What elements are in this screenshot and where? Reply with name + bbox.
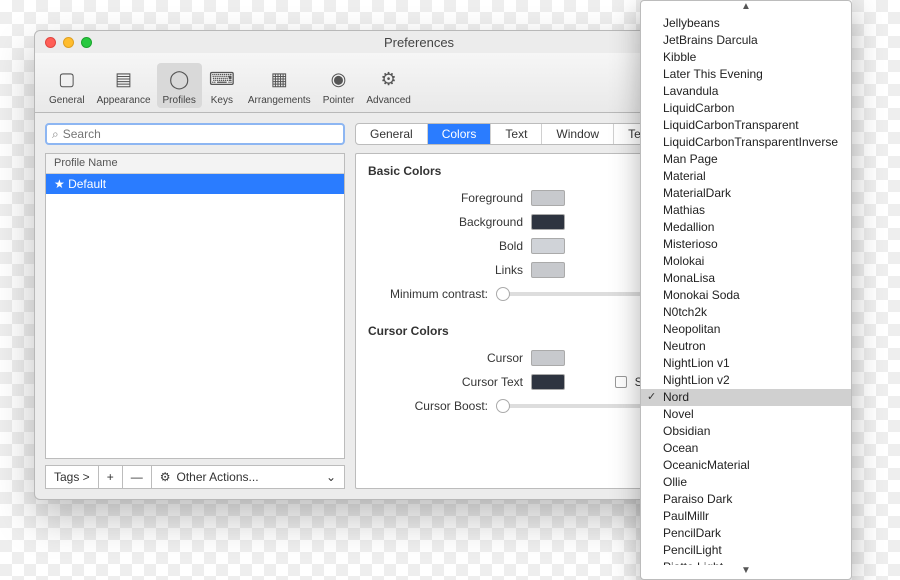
preset-item[interactable]: Man Page: [641, 151, 851, 168]
color-label: Bold: [499, 239, 523, 253]
preset-item[interactable]: Molokai: [641, 253, 851, 270]
color-row: Background: [368, 210, 565, 234]
profile-actions: Tags > + — ⚙ Other Actions... ⌄: [45, 465, 345, 489]
tab-window[interactable]: Window: [542, 124, 614, 144]
chevron-down-icon: ⌄: [326, 470, 336, 484]
color-label: Foreground: [461, 191, 523, 205]
preset-item[interactable]: JetBrains Darcula: [641, 32, 851, 49]
preset-item[interactable]: OceanicMaterial: [641, 457, 851, 474]
toolbar-label: General: [49, 95, 85, 106]
toolbar-profiles[interactable]: ◯ Profiles: [157, 63, 202, 108]
preset-item[interactable]: Later This Evening: [641, 66, 851, 83]
remove-profile-button[interactable]: —: [123, 465, 152, 489]
preset-item[interactable]: MaterialDark: [641, 185, 851, 202]
color-swatch[interactable]: [531, 262, 565, 278]
preset-item[interactable]: Obsidian: [641, 423, 851, 440]
general-icon: ▢: [53, 65, 81, 93]
profile-list-header: Profile Name: [46, 154, 344, 174]
preset-item[interactable]: Paraiso Dark: [641, 491, 851, 508]
preset-item[interactable]: Monokai Soda: [641, 287, 851, 304]
preset-item[interactable]: Ocean: [641, 440, 851, 457]
color-label: Background: [459, 215, 523, 229]
preset-item[interactable]: NightLion v1: [641, 355, 851, 372]
other-actions-dropdown[interactable]: ⚙ Other Actions... ⌄: [152, 465, 345, 489]
tab-text[interactable]: Text: [491, 124, 542, 144]
preset-item[interactable]: Neopolitan: [641, 321, 851, 338]
search-input[interactable]: [63, 127, 338, 141]
color-swatch[interactable]: [531, 238, 565, 254]
preset-item[interactable]: Medallion: [641, 219, 851, 236]
color-row: Bold: [368, 234, 565, 258]
toolbar-label: Pointer: [323, 95, 355, 106]
preset-item[interactable]: Kibble: [641, 49, 851, 66]
color-label: Cursor Text: [462, 375, 523, 389]
pointer-icon: ◉: [325, 65, 353, 93]
keys-icon: ⌨: [208, 65, 236, 93]
color-row: Links: [368, 258, 565, 282]
preset-item[interactable]: PencilLight: [641, 542, 851, 559]
toolbar-label: Arrangements: [248, 95, 311, 106]
profile-search[interactable]: ⌕: [45, 123, 345, 145]
cursor-boost-label: Cursor Boost:: [368, 399, 488, 413]
preset-item[interactable]: Lavandula: [641, 83, 851, 100]
preset-item[interactable]: N0tch2k: [641, 304, 851, 321]
preset-item[interactable]: Material: [641, 168, 851, 185]
preset-item[interactable]: PencilDark: [641, 525, 851, 542]
toolbar-label: Profiles: [163, 95, 196, 106]
toolbar-appearance[interactable]: ▤ Appearance: [91, 63, 157, 108]
other-actions-label: Other Actions...: [176, 470, 258, 484]
preset-item[interactable]: Misterioso: [641, 236, 851, 253]
preset-item[interactable]: NightLion v2: [641, 372, 851, 389]
color-label: Links: [495, 263, 523, 277]
tags-button[interactable]: Tags >: [45, 465, 99, 489]
preset-item[interactable]: Neutron: [641, 338, 851, 355]
preset-item[interactable]: LiquidCarbonTransparent: [641, 117, 851, 134]
toolbar-label: Advanced: [366, 95, 410, 106]
scroll-down-icon[interactable]: ▼: [641, 565, 851, 579]
toolbar-keys[interactable]: ⌨ Keys: [202, 63, 242, 108]
preset-item[interactable]: PaulMillr: [641, 508, 851, 525]
color-row: Cursor Text: [368, 370, 565, 394]
color-row: Cursor: [368, 346, 565, 370]
preset-item[interactable]: LiquidCarbonTransparentInverse: [641, 134, 851, 151]
add-profile-button[interactable]: +: [99, 465, 123, 489]
checkbox[interactable]: [615, 376, 627, 388]
preset-item[interactable]: MonaLisa: [641, 270, 851, 287]
gear-icon: ⚙: [160, 470, 171, 484]
toolbar-general[interactable]: ▢ General: [43, 63, 91, 108]
profiles-icon: ◯: [165, 65, 193, 93]
color-swatch[interactable]: [531, 374, 565, 390]
toolbar-arrangements[interactable]: ▦ Arrangements: [242, 63, 317, 108]
preset-item[interactable]: Jellybeans: [641, 15, 851, 32]
tab-colors[interactable]: Colors: [428, 124, 492, 144]
profiles-sidebar: ⌕ Profile Name ★ Default Tags > + — ⚙ Ot…: [45, 123, 345, 489]
profile-list: Profile Name ★ Default: [45, 153, 345, 459]
search-icon: ⌕: [52, 127, 59, 142]
preset-item[interactable]: LiquidCarbon: [641, 100, 851, 117]
color-label: Cursor: [487, 351, 523, 365]
color-swatch[interactable]: [531, 214, 565, 230]
min-contrast-label: Minimum contrast:: [368, 287, 488, 301]
toolbar-label: Keys: [211, 95, 233, 106]
preset-item[interactable]: Nord: [641, 389, 851, 406]
color-swatch[interactable]: [531, 350, 565, 366]
toolbar-pointer[interactable]: ◉ Pointer: [317, 63, 361, 108]
advanced-icon: ⚙: [375, 65, 403, 93]
color-row: Foreground: [368, 186, 565, 210]
toolbar-advanced[interactable]: ⚙ Advanced: [360, 63, 416, 108]
appearance-icon: ▤: [110, 65, 138, 93]
color-preset-dropdown[interactable]: ▲ JellybeansJetBrains DarculaKibbleLater…: [640, 0, 852, 580]
preset-item[interactable]: Ollie: [641, 474, 851, 491]
toolbar-label: Appearance: [97, 95, 151, 106]
preset-item[interactable]: Novel: [641, 406, 851, 423]
color-swatch[interactable]: [531, 190, 565, 206]
preset-item[interactable]: Mathias: [641, 202, 851, 219]
slider-thumb[interactable]: [496, 399, 510, 413]
tab-general[interactable]: General: [356, 124, 428, 144]
arrangements-icon: ▦: [265, 65, 293, 93]
scroll-up-icon[interactable]: ▲: [641, 1, 851, 15]
slider-thumb[interactable]: [496, 287, 510, 301]
profile-row-default[interactable]: ★ Default: [46, 174, 344, 194]
